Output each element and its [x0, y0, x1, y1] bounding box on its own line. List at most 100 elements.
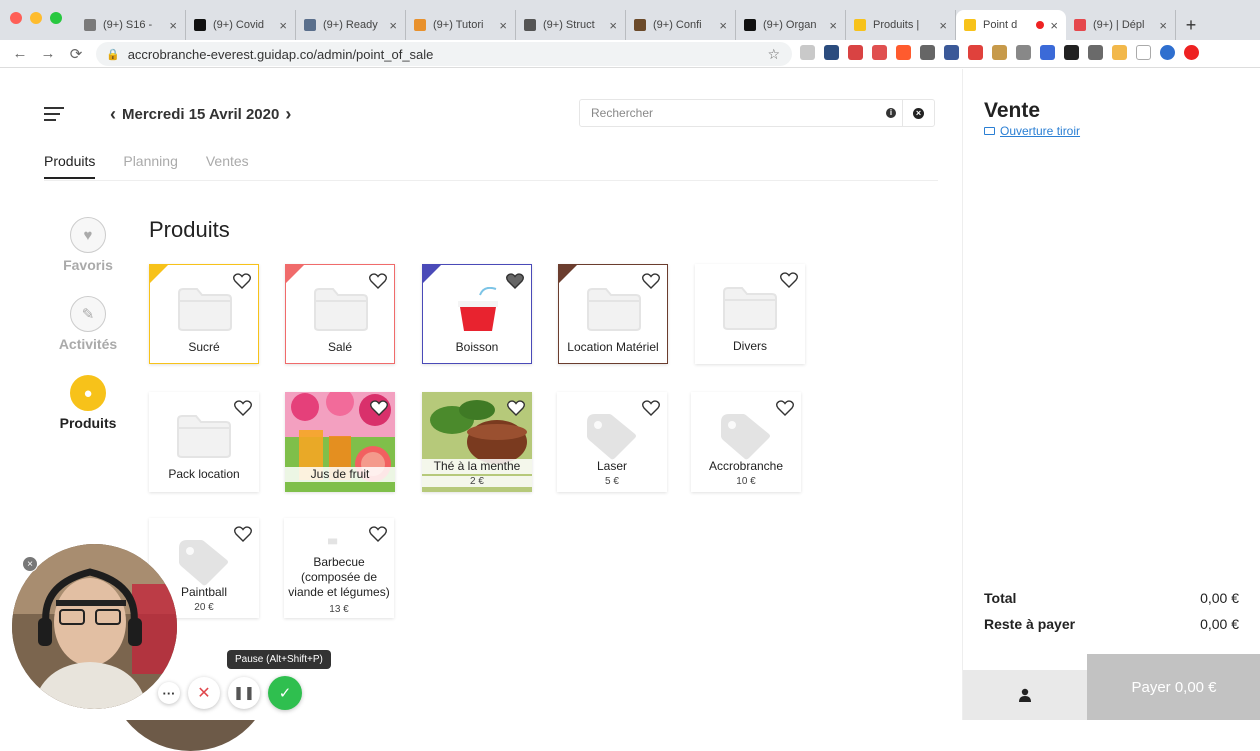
browser-tab[interactable]: (9+) | Dépl ×	[1066, 10, 1176, 40]
heart-icon[interactable]	[642, 273, 660, 289]
close-tab-icon[interactable]: ×	[389, 18, 397, 33]
pocket-icon[interactable]	[872, 45, 887, 60]
address-bar[interactable]: 🔒 accrobranche-everest.guidap.co/admin/p…	[96, 42, 792, 751]
close-tab-icon[interactable]: ×	[279, 18, 287, 33]
tab-favicon-icon	[84, 19, 96, 31]
browser-tab[interactable]: (9+) S16 - ×	[76, 10, 186, 40]
customer-button[interactable]	[963, 670, 1087, 720]
extension-icon[interactable]	[848, 45, 863, 60]
close-tab-icon[interactable]: ×	[939, 18, 947, 33]
browser-tab[interactable]: (9+) Covid ×	[186, 10, 296, 40]
heart-icon[interactable]	[369, 526, 387, 542]
tab-planning[interactable]: Planning	[123, 153, 178, 179]
heart-icon[interactable]	[233, 273, 251, 289]
extension-icon[interactable]	[1064, 45, 1079, 60]
product-card[interactable]: Boisson	[422, 264, 532, 364]
browser-tab[interactable]: (9+) Confi ×	[626, 10, 736, 40]
product-name: Sucré	[188, 340, 220, 354]
extension-icon[interactable]	[896, 45, 911, 60]
info-icon[interactable]: i	[886, 108, 896, 118]
product-name: Jus de fruit	[285, 467, 395, 482]
browser-tab[interactable]: (9+) Ready ×	[296, 10, 406, 40]
extension-icon[interactable]	[1040, 45, 1055, 60]
sale-title: Vente	[984, 99, 1041, 122]
profile-avatar[interactable]	[1160, 45, 1175, 60]
open-drawer-link[interactable]: Ouverture tiroir	[984, 124, 1080, 138]
heart-icon[interactable]	[370, 400, 388, 416]
more-options-icon[interactable]: ···	[158, 682, 180, 704]
browser-tab[interactable]: (9+) Struct ×	[516, 10, 626, 40]
product-card[interactable]: Thé à la menthe 2 €	[422, 392, 532, 492]
extension-icon[interactable]	[968, 45, 983, 60]
product-card[interactable]: Accrobranche 10 €	[691, 392, 801, 492]
heart-icon[interactable]	[776, 400, 794, 416]
remaining-row: Reste à payer 0,00 €	[984, 616, 1239, 632]
cancel-recording-button[interactable]: ✕	[188, 677, 220, 709]
bookmark-star-icon[interactable]: ☆	[767, 46, 780, 63]
extension-icon[interactable]	[1088, 45, 1103, 60]
cast-icon[interactable]	[1136, 45, 1151, 60]
finish-recording-button[interactable]: ✓	[268, 676, 302, 710]
close-window-button[interactable]	[10, 12, 22, 24]
product-card[interactable]: Salé	[285, 264, 395, 364]
tab-produits[interactable]: Produits	[44, 153, 96, 179]
update-icon[interactable]	[1184, 45, 1199, 60]
close-tab-icon[interactable]: ×	[609, 18, 617, 33]
sidebar-item-produits[interactable]: ● Produits	[48, 375, 128, 454]
heart-icon[interactable]	[234, 400, 252, 416]
heart-icon[interactable]	[780, 272, 798, 288]
heart-icon[interactable]	[369, 273, 387, 289]
product-price: 10 €	[736, 476, 756, 487]
product-card[interactable]: Laser 5 €	[557, 392, 667, 492]
close-tab-icon[interactable]: ×	[169, 18, 177, 33]
pay-button[interactable]: Payer 0,00 €	[1087, 654, 1260, 720]
extension-icon[interactable]	[824, 45, 839, 60]
previous-day-icon[interactable]: ‹	[104, 104, 122, 125]
close-webcam-icon[interactable]: ×	[22, 556, 38, 572]
date-navigator: ‹ Mercredi 15 Avril 2020 ›	[104, 104, 297, 125]
heart-icon[interactable]	[506, 273, 524, 289]
facebook-icon[interactable]	[944, 45, 959, 60]
search-input[interactable]: Rechercher i ×	[579, 99, 935, 127]
zoom-window-button[interactable]	[50, 12, 62, 24]
extension-icon[interactable]	[1112, 45, 1127, 60]
product-card[interactable]: Pack location	[149, 392, 259, 492]
sidebar-item-activites[interactable]: ✎ Activités	[48, 296, 128, 375]
browser-tab[interactable]: (9+) Tutori ×	[406, 10, 516, 40]
menu-icon[interactable]	[44, 107, 64, 125]
clear-search-button[interactable]: ×	[902, 100, 934, 126]
extension-icon[interactable]	[920, 45, 935, 60]
minimize-window-button[interactable]	[30, 12, 42, 24]
close-tab-icon[interactable]: ×	[719, 18, 727, 33]
pause-recording-button[interactable]: ❚❚	[228, 677, 260, 709]
extension-icon[interactable]	[1016, 45, 1031, 60]
heart-icon[interactable]	[234, 526, 252, 542]
extension-icon[interactable]	[992, 45, 1007, 60]
tab-title: (9+) Covid	[213, 19, 265, 31]
product-card[interactable]: Divers	[695, 264, 805, 364]
forward-arrow-icon[interactable]: →	[34, 45, 62, 62]
reload-icon[interactable]: ⟳	[62, 45, 90, 63]
tag-icon	[328, 538, 338, 545]
back-arrow-icon[interactable]: ←	[6, 45, 34, 62]
current-date: Mercredi 15 Avril 2020	[122, 106, 280, 123]
close-tab-icon[interactable]: ×	[829, 18, 837, 33]
lock-icon: 🔒	[106, 48, 120, 61]
product-card[interactable]: Sucré	[149, 264, 259, 364]
tab-ventes[interactable]: Ventes	[206, 153, 249, 179]
browser-tab[interactable]: (9+) Organ ×	[736, 10, 846, 40]
browser-tab[interactable]: Point d ×	[956, 10, 1066, 40]
product-card[interactable]: Barbecue (composée de viande et légumes)…	[284, 518, 394, 618]
product-card[interactable]: Jus de fruit	[285, 392, 395, 492]
close-tab-icon[interactable]: ×	[1159, 18, 1167, 33]
extension-icon[interactable]	[800, 45, 815, 60]
close-tab-icon[interactable]: ×	[1050, 18, 1058, 33]
next-day-icon[interactable]: ›	[279, 104, 297, 125]
product-card[interactable]: Location Matériel	[558, 264, 668, 364]
heart-icon[interactable]	[642, 400, 660, 416]
new-tab-button[interactable]: +	[1176, 10, 1206, 40]
close-tab-icon[interactable]: ×	[499, 18, 507, 33]
browser-tab[interactable]: Produits | ×	[846, 10, 956, 40]
sidebar-item-favoris[interactable]: ♥ Favoris	[48, 217, 128, 296]
heart-icon[interactable]	[507, 400, 525, 416]
